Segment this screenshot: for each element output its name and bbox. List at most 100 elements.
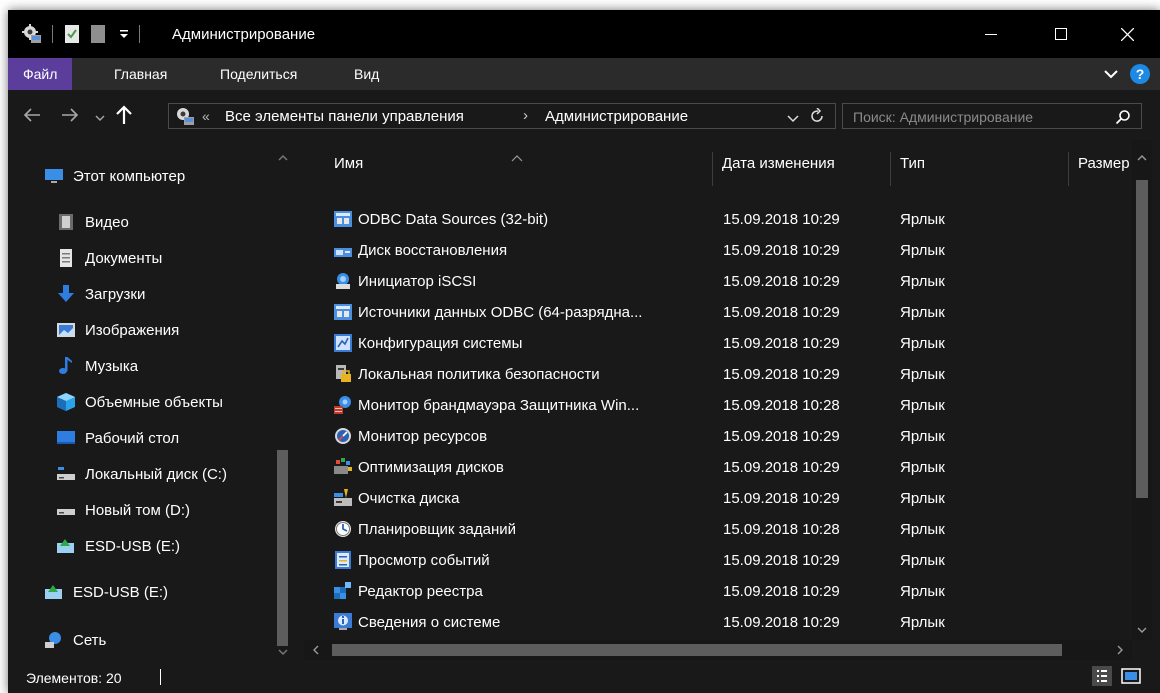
new-folder-icon[interactable] [89,24,107,44]
status-bar: Элементов: 20 [8,660,1160,693]
nav-item-desktop[interactable]: Рабочий стол [56,424,179,452]
scroll-right-icon[interactable] [1116,645,1124,655]
file-name: Монитор брандмауэра Защитника Win... [358,397,640,414]
file-list-scroll-thumb[interactable] [1136,180,1148,498]
file-name: Просмотр событий [358,552,490,569]
nav-item-usb-e[interactable]: ESD-USB (E:) [56,532,180,560]
nav-item-label: Объемные объекты [85,393,223,411]
scroll-down-icon[interactable] [278,648,288,656]
item-count: Элементов: 20 [26,670,122,686]
nav-pane-scrollbar[interactable] [270,140,296,660]
file-row[interactable]: Инициатор iSCSI 15.09.2018 10:29 Ярлык [326,266,1126,297]
file-row[interactable]: ODBC Data Sources (32-bit) 15.09.2018 10… [326,204,1126,235]
search-icon[interactable] [1115,109,1131,125]
column-divider[interactable] [1068,152,1069,186]
column-header-size[interactable]: Размер [1078,140,1130,188]
search-input[interactable] [843,104,1115,130]
nav-item-music[interactable]: Музыка [56,352,138,380]
navigation-pane: Этот компьютер Видео Документы Загрузки … [8,140,296,660]
breadcrumb-admin-tools[interactable]: Администрирование [545,108,688,125]
address-bar[interactable]: « Все элементы панели управления › Админ… [168,103,836,129]
nav-item-label: Новый том (D:) [85,501,190,519]
file-list-horizontal-scrollbar[interactable] [304,640,1132,660]
file-date: 15.09.2018 10:29 [723,459,840,476]
breadcrumb-separator[interactable]: › [523,107,528,124]
back-button[interactable] [22,105,42,125]
column-header-type[interactable]: Тип [900,140,925,188]
file-row[interactable]: Монитор ресурсов 15.09.2018 10:29 Ярлык [326,421,1126,452]
tab-view[interactable]: Вид [342,58,391,90]
column-divider[interactable] [890,152,891,186]
file-row[interactable]: Очистка диска 15.09.2018 10:29 Ярлык [326,483,1126,514]
details-view-button[interactable] [1092,666,1112,686]
file-type: Ярлык [900,583,945,600]
file-row[interactable]: Источники данных ODBC (64-разрядна... 15… [326,297,1126,328]
column-header-name[interactable]: Имя [334,140,363,188]
scroll-up-icon[interactable] [1137,154,1147,162]
address-dropdown-icon[interactable] [787,111,799,123]
properties-icon[interactable] [63,24,81,44]
chevron-down-icon [95,115,105,121]
file-date: 15.09.2018 10:29 [723,490,840,507]
refresh-icon[interactable] [809,107,825,124]
help-icon[interactable]: ? [1130,64,1150,84]
minimize-icon [985,34,997,35]
iscsi-icon [334,272,352,290]
nav-item-pictures[interactable]: Изображения [56,316,179,344]
nav-item-3d-objects[interactable]: Объемные объекты [56,388,223,416]
address-overflow[interactable]: « [202,108,210,124]
file-type: Ярлык [900,366,945,383]
tab-file[interactable]: Файл [8,58,73,90]
nav-scroll-thumb[interactable] [277,450,288,646]
file-date: 15.09.2018 10:29 [723,211,840,228]
documents-icon [56,249,76,267]
column-header-date[interactable]: Дата изменения [722,140,835,188]
qa-divider [139,25,140,43]
odbc-icon [334,210,352,228]
nav-item-videos[interactable]: Видео [56,208,129,236]
file-type: Ярлык [900,242,945,259]
column-divider[interactable] [712,152,713,186]
nav-item-downloads[interactable]: Загрузки [56,280,145,308]
admin-tools-icon[interactable] [22,24,42,44]
file-type: Ярлык [900,335,945,352]
file-row[interactable]: Планировщик заданий 15.09.2018 10:28 Ярл… [326,514,1126,545]
minimize-button[interactable] [968,10,1014,58]
file-row[interactable]: Редактор реестра 15.09.2018 10:29 Ярлык [326,576,1126,607]
file-row[interactable]: Просмотр событий 15.09.2018 10:29 Ярлык [326,545,1126,576]
resource-monitor-icon [334,427,352,445]
expand-ribbon-icon[interactable] [1104,67,1118,81]
nav-item-network[interactable]: Сеть [44,626,106,654]
file-list-hscroll-thumb[interactable] [332,644,1062,656]
search-box[interactable] [842,103,1142,130]
breadcrumb-control-panel[interactable]: Все элементы панели управления [225,108,464,125]
file-list-vertical-scrollbar[interactable] [1132,140,1152,640]
file-row[interactable]: Локальная политика безопасности 15.09.20… [326,359,1126,390]
nav-item-drive-d[interactable]: Новый том (D:) [56,496,190,524]
nav-item-documents[interactable]: Документы [56,244,162,272]
system-drive-icon [56,465,76,483]
customize-toolbar-icon[interactable] [117,24,131,44]
nav-item-drive-c[interactable]: Локальный диск (C:) [56,460,227,488]
file-date: 15.09.2018 10:29 [723,335,840,352]
close-button[interactable] [1104,10,1150,58]
file-row[interactable]: Оптимизация дисков 15.09.2018 10:29 Ярлы… [326,452,1126,483]
file-row[interactable]: Диск восстановления 15.09.2018 10:29 Ярл… [326,235,1126,266]
scroll-left-icon[interactable] [312,645,320,655]
recent-locations-button[interactable] [95,110,105,121]
scroll-down-icon[interactable] [1137,626,1147,634]
file-row[interactable]: Монитор брандмауэра Защитника Win... 15.… [326,390,1126,421]
up-button[interactable] [114,104,134,126]
navigation-bar: « Все элементы панели управления › Админ… [8,90,1160,140]
nav-item-usb-e-root[interactable]: ESD-USB (E:) [44,578,168,606]
nav-item-this-pc[interactable]: Этот компьютер [44,162,185,190]
maximize-button[interactable] [1038,10,1084,58]
file-row[interactable]: Конфигурация системы 15.09.2018 10:29 Яр… [326,328,1126,359]
file-type: Ярлык [900,552,945,569]
scroll-up-icon[interactable] [278,154,288,162]
file-row[interactable]: Сведения о системе 15.09.2018 10:29 Ярлы… [326,607,1126,638]
tab-share[interactable]: Поделиться [208,58,309,90]
large-icons-view-button[interactable] [1120,666,1142,686]
forward-button[interactable] [60,105,80,125]
tab-home[interactable]: Главная [102,58,179,90]
